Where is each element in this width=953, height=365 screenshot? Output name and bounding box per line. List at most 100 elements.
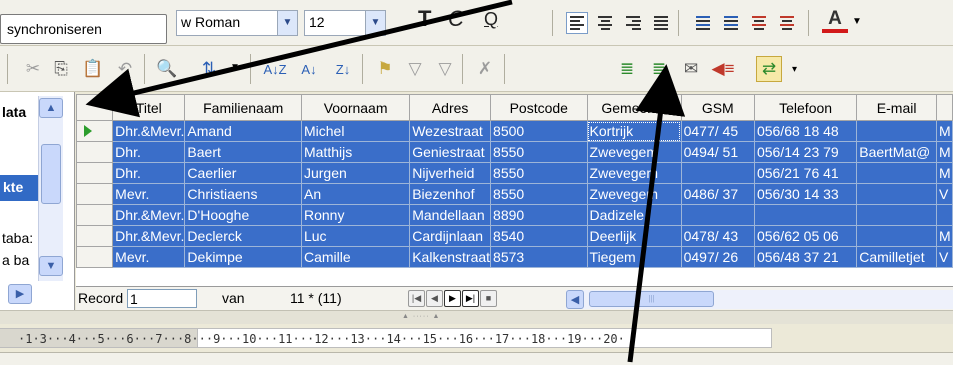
table-cell[interactable]: V (936, 246, 953, 268)
pane-splitter[interactable]: ▲ ····· ▲ (0, 310, 953, 324)
table-cell[interactable] (856, 183, 937, 205)
table-row[interactable]: Dhr.&Mevr. Declerck Luc Cardijnlaan 8540 Deer… (76, 225, 953, 247)
table-cell[interactable]: Amand (184, 120, 302, 142)
font-size-combo[interactable]: 12 ▼ (304, 10, 386, 36)
table-cell[interactable]: 056/30 14 33 (753, 183, 858, 205)
previous-record-icon[interactable]: ◀ (426, 290, 443, 307)
scroll-up-icon[interactable]: ▲ (39, 98, 63, 118)
splitter-grip-icon[interactable]: ▲ ····· ▲ (402, 313, 440, 320)
sort-descending-icon[interactable]: Z↓ (330, 56, 356, 82)
undo-icon[interactable]: ↶ (112, 56, 138, 82)
standard-filter-icon[interactable]: ▽ (432, 56, 458, 82)
table-cell[interactable]: Geniestraat (409, 141, 492, 163)
scroll-left-icon[interactable]: ◀ (566, 290, 584, 309)
column-header[interactable]: Voornaam (300, 94, 411, 121)
table-cell[interactable]: Ronny (300, 204, 411, 226)
dropdown-arrow-icon[interactable]: ▼ (852, 16, 862, 27)
copy-icon[interactable]: ⎘ (48, 56, 74, 82)
table-row[interactable]: Mevr. Christiaens An Biezenhof 8550 Zwevegem 0… (76, 183, 953, 205)
table-cell[interactable]: 8540 (490, 225, 588, 247)
table-cell[interactable]: Dhr.&Mevr. (112, 120, 186, 142)
column-header[interactable]: Familienaam (184, 94, 302, 121)
table-cell[interactable]: 056/14 23 79 (753, 141, 858, 163)
table-row[interactable]: Dhr. Caerlier Jurgen Nijverheid 8550 Zwevegem… (76, 162, 953, 184)
first-record-icon[interactable]: |◀ (408, 290, 425, 307)
next-record-icon[interactable]: ▶ (444, 290, 461, 307)
row-selector[interactable] (76, 183, 114, 205)
table-cell[interactable]: Dhr.&Mevr. (112, 204, 186, 226)
increase-indent-icon[interactable] (776, 12, 798, 34)
underline-icon[interactable]: Q (484, 9, 498, 30)
table-cell[interactable]: 056/68 18 48 (753, 120, 858, 142)
table-cell[interactable]: V (936, 183, 953, 205)
table-cell[interactable]: Declerck (184, 225, 302, 247)
table-cell[interactable]: 8890 (490, 204, 588, 226)
table-cell[interactable]: Mevr. (112, 246, 186, 268)
table-cell[interactable] (856, 225, 937, 247)
table-cell[interactable]: Kalkenstraat (409, 246, 492, 268)
table-cell[interactable]: Jurgen (300, 162, 411, 184)
table-cell[interactable]: Camilletjet (856, 246, 937, 268)
scroll-down-icon[interactable]: ▼ (39, 256, 63, 276)
new-record-icon[interactable]: ■ (480, 290, 497, 307)
numbered-list-icon[interactable] (692, 12, 714, 34)
explorer-toggle-icon[interactable]: ⇄ (756, 56, 782, 82)
table-cell[interactable]: Zwevegem (586, 183, 682, 205)
table-cell[interactable]: 8550 (490, 162, 588, 184)
table-cell[interactable]: Cardijnlaan (409, 225, 492, 247)
italic-icon[interactable]: C (448, 6, 464, 32)
navigator-item-selected[interactable]: kte (0, 175, 38, 201)
table-cell[interactable]: Michel (300, 120, 411, 142)
chevron-down-icon[interactable]: ▼ (277, 11, 297, 35)
table-cell[interactable]: M (936, 162, 953, 184)
scroll-thumb[interactable] (41, 144, 61, 204)
table-cell[interactable]: Matthijs (300, 141, 411, 163)
table-cell[interactable]: 8550 (490, 141, 588, 163)
table-cell[interactable]: Mandellaan (409, 204, 492, 226)
table-cell[interactable]: 8573 (490, 246, 588, 268)
table-cell[interactable]: BaertMat@ (856, 141, 937, 163)
table-cell[interactable]: 056/62 05 06 (753, 225, 858, 247)
table-cell[interactable]: D'Hooghe (184, 204, 302, 226)
align-center-icon[interactable] (594, 12, 616, 34)
table-cell[interactable]: 8550 (490, 183, 588, 205)
table-cell[interactable]: Zwevegem (586, 162, 682, 184)
data-to-text-icon[interactable]: ≣ (614, 56, 640, 82)
table-row[interactable]: Dhr. Baert Matthijs Geniestraat 8550 Zwevegem… (76, 141, 953, 163)
table-cell[interactable]: Dekimpe (184, 246, 302, 268)
table-cell[interactable]: Tiegem (586, 246, 682, 268)
cut-icon[interactable]: ✂ (20, 56, 46, 82)
row-selector[interactable] (76, 225, 114, 247)
table-cell[interactable]: Dhr.&Mevr. (112, 225, 186, 247)
table-cell[interactable]: M (936, 225, 953, 247)
column-header[interactable] (936, 94, 953, 121)
column-header[interactable]: Adres (409, 94, 492, 121)
autofilter-icon[interactable]: ⚑ (372, 56, 398, 82)
table-cell[interactable]: Christiaens (184, 183, 302, 205)
mail-merge-icon[interactable]: ✉ (678, 56, 704, 82)
column-header[interactable]: Gemeente (586, 94, 682, 121)
table-cell[interactable]: Caerlier (184, 162, 302, 184)
dropdown-arrow-icon[interactable]: ▼ (230, 62, 240, 73)
row-selector[interactable] (76, 246, 114, 268)
chevron-down-icon[interactable]: ▼ (365, 11, 385, 35)
navigator-item[interactable]: a ba (2, 252, 29, 268)
table-cell[interactable]: 056/48 37 21 (753, 246, 858, 268)
table-cell[interactable]: 0497/ 26 (680, 246, 755, 268)
sort-icon[interactable]: ⇅ (196, 56, 222, 82)
table-cell[interactable]: M (936, 120, 953, 142)
record-number-input[interactable] (127, 289, 197, 308)
table-cell[interactable] (856, 120, 937, 142)
align-left-icon[interactable] (566, 12, 588, 34)
navigator-item[interactable]: taba: (2, 230, 33, 246)
table-cell[interactable] (856, 204, 937, 226)
table-cell[interactable] (680, 204, 755, 226)
font-color-icon[interactable]: A (822, 8, 848, 33)
table-cell[interactable]: Luc (300, 225, 411, 247)
row-selector[interactable] (76, 204, 114, 226)
table-cell[interactable]: Baert (184, 141, 302, 163)
table-cell[interactable]: Camille (300, 246, 411, 268)
navigator-scrollbar[interactable]: ▲ ▼ (38, 96, 63, 281)
dropdown-arrow-icon[interactable]: ▾ (792, 64, 797, 75)
table-cell[interactable] (680, 162, 755, 184)
